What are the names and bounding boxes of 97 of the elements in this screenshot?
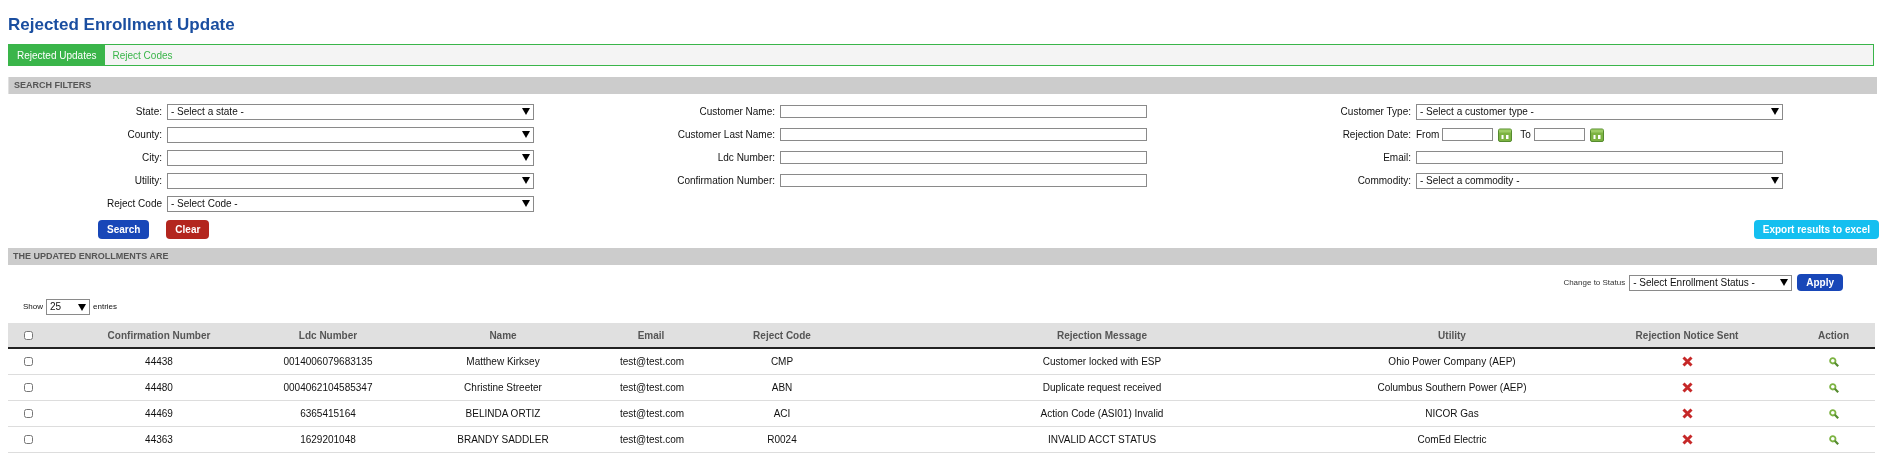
input-field[interactable] [1416, 151, 1783, 164]
select-all-checkbox[interactable] [23, 330, 33, 340]
column-header: Reject Code [752, 328, 812, 343]
table-cell-text: ABN [770, 381, 794, 395]
clear-button[interactable]: Clear [166, 219, 210, 239]
field-label: Utility: [133, 174, 162, 188]
dropdown[interactable]: - Select a commodity - [1416, 172, 1783, 189]
field-label: Email: [1382, 151, 1411, 165]
to-label: To [1520, 128, 1531, 142]
table-cell-text: Customer locked with ESP [1041, 355, 1163, 369]
field-label: County: [126, 128, 162, 142]
field-label: Customer Name: [698, 105, 775, 119]
dropdown[interactable] [167, 149, 534, 166]
table-cell-text: NICOR Gas [1424, 407, 1480, 421]
table-cell-text: Matthew Kirksey [465, 355, 541, 369]
search-icon[interactable] [1828, 434, 1839, 445]
table-cell-text: BRANDY SADDLER [456, 433, 550, 447]
caret-icon [522, 108, 530, 115]
page-title: Rejected Enrollment Update [8, 14, 236, 36]
dropdown[interactable] [167, 126, 534, 143]
table-cell-text: CMP [769, 355, 795, 369]
caret-icon [522, 200, 530, 207]
table-cell-text: INVALID ACCT STATUS [1046, 433, 1158, 447]
caret-icon [1780, 279, 1789, 286]
caret-icon [78, 303, 86, 311]
field-label: Customer Last Name: [676, 128, 775, 142]
dropdown[interactable]: - Select a state - [167, 103, 534, 120]
table-cell-text: ComEd Electric [1416, 433, 1488, 447]
table-cell-text: 44469 [144, 407, 174, 421]
table-cell-text: test@test.com [620, 381, 682, 395]
table-cell-text: ACI [772, 407, 792, 421]
show-label: Show [23, 301, 43, 313]
field-label: Ldc Number: [716, 151, 775, 165]
column-header: Confirmation Number [106, 328, 212, 343]
table-cell-text: R0024 [766, 433, 798, 447]
entries-dropdown[interactable]: 25 [46, 299, 90, 315]
input-field[interactable] [780, 105, 1147, 118]
dropdown[interactable] [167, 172, 534, 189]
date-field[interactable] [1442, 128, 1494, 141]
table-cell-text: 44438 [144, 355, 174, 369]
caret-icon [1771, 108, 1779, 115]
search-icon[interactable] [1828, 356, 1839, 367]
field-label: Reject Code [105, 197, 162, 211]
apply-button[interactable]: Apply [1797, 274, 1843, 291]
column-header: Utility [1437, 328, 1467, 343]
section-header: SEARCH FILTERS [8, 77, 1877, 94]
input-field[interactable] [780, 128, 1147, 141]
table-cell-text: Columbus Southern Power (AEP) [1376, 381, 1528, 395]
table-cell-text: Christine Streeter [463, 381, 543, 395]
field-label: City: [141, 151, 162, 165]
calendar-icon[interactable] [1498, 127, 1513, 142]
field-label: State: [134, 105, 162, 119]
column-header: Email [636, 328, 666, 343]
status-dropdown[interactable]: - Select Enrollment Status - [1629, 274, 1793, 291]
table-cell-text: test@test.com [620, 407, 682, 421]
table-cell-text: test@test.com [620, 433, 682, 447]
column-header: Action [1816, 328, 1851, 343]
field-label: Commodity: [1356, 174, 1411, 188]
column-header: Ldc Number [297, 328, 359, 343]
row-checkbox[interactable] [23, 357, 33, 366]
dropdown[interactable]: - Select Code - [167, 195, 534, 212]
column-header: Rejection Message [1055, 328, 1148, 343]
table-cell-text: test@test.com [620, 355, 682, 369]
field-label: Rejection Date: [1341, 128, 1411, 142]
table-cell-text: 0014006079683135 [282, 355, 374, 369]
table-cell-text: 0004062104585347 [282, 381, 374, 395]
column-header: Rejection Notice Sent [1634, 328, 1740, 343]
row-checkbox[interactable] [23, 409, 33, 418]
field-label: Confirmation Number: [676, 174, 775, 188]
table-cell-text: 44363 [144, 433, 174, 447]
caret-icon [522, 154, 530, 161]
table-cell-text: 44480 [144, 381, 174, 395]
row-checkbox[interactable] [23, 435, 33, 444]
entries-label: entries [93, 301, 118, 313]
calendar-icon[interactable] [1589, 127, 1604, 142]
table-cell-text: 6365415164 [299, 407, 357, 421]
caret-icon [1771, 177, 1779, 184]
input-field[interactable] [780, 174, 1147, 187]
dropdown[interactable]: - Select a customer type - [1416, 103, 1783, 120]
search-icon[interactable] [1828, 382, 1839, 393]
field-label: Customer Type: [1339, 105, 1411, 119]
input-field[interactable] [780, 151, 1147, 164]
caret-icon [522, 131, 530, 138]
table-cell-text: 1629201048 [299, 433, 357, 447]
date-field[interactable] [1533, 128, 1585, 141]
search-button[interactable]: Search [98, 219, 150, 239]
table-cell-text: Duplicate request received [1041, 381, 1163, 395]
search-icon[interactable] [1828, 408, 1839, 419]
table-cell-text: Action Code (ASI01) Invalid [1039, 407, 1165, 421]
column-header: Name [488, 328, 518, 343]
row-checkbox[interactable] [23, 383, 33, 392]
caret-icon [522, 177, 530, 184]
from-label: From [1416, 128, 1440, 142]
section-header: THE UPDATED ENROLLMENTS ARE [8, 248, 1877, 265]
status-label: Change to Status [1563, 276, 1626, 289]
table-cell-text: Ohio Power Company (AEP) [1387, 355, 1517, 369]
table-cell-text: BELINDA ORTIZ [464, 407, 542, 421]
